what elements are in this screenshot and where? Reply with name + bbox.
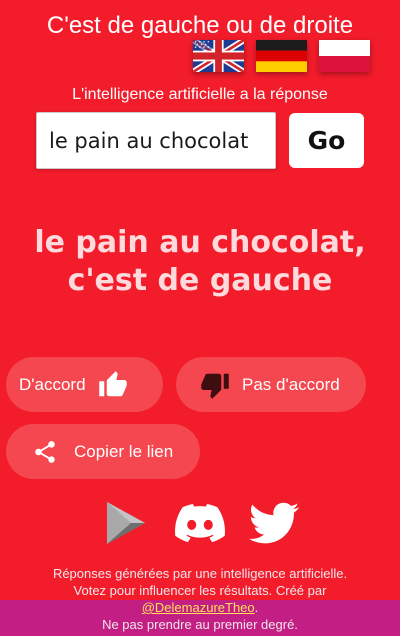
answer-line-1: le pain au chocolat, <box>34 225 366 260</box>
share-icon <box>32 439 58 465</box>
page-subtitle: L'intelligence artificielle a la réponse <box>72 86 328 103</box>
copy-link-label: Copier le lien <box>74 441 174 461</box>
footer-line-2: Votez pour influencer les résultats. Cré… <box>73 583 327 598</box>
disagree-label: Pas d'accord <box>242 374 340 394</box>
discord-icon[interactable] <box>175 498 225 548</box>
search-input[interactable] <box>36 112 276 169</box>
german-flag-icon[interactable] <box>256 40 307 72</box>
disagree-button[interactable]: Pas d'accord <box>176 357 366 412</box>
answer-text: le pain au chocolat, c'est de gauche <box>0 224 400 300</box>
english-flag-icon[interactable] <box>193 40 244 72</box>
agree-label: D'accord <box>19 374 86 394</box>
agree-button[interactable]: D'accord <box>6 357 163 412</box>
footer: Réponses générées par une intelligence a… <box>0 565 400 633</box>
answer-line-2: c'est de gauche <box>67 263 333 298</box>
copy-link-button[interactable]: Copier le lien <box>6 424 200 479</box>
thumbs-up-icon <box>98 370 128 400</box>
google-play-icon[interactable] <box>101 498 151 548</box>
page-title: C'est de gauche ou de droite <box>46 12 354 39</box>
twitter-icon[interactable] <box>249 498 299 548</box>
polish-flag-icon[interactable] <box>319 40 370 72</box>
go-button[interactable]: Go <box>289 113 364 168</box>
social-links <box>0 498 400 548</box>
author-suffix: . <box>254 600 259 615</box>
author-link[interactable]: @DelemazureTheo <box>142 600 255 615</box>
footer-line-3: Ne pas prendre au premier degré. <box>102 617 298 632</box>
footer-author-line: @DelemazureTheo. <box>0 599 400 616</box>
thumbs-down-icon <box>200 370 230 400</box>
footer-line-1: Réponses générées par une intelligence a… <box>52 566 348 581</box>
